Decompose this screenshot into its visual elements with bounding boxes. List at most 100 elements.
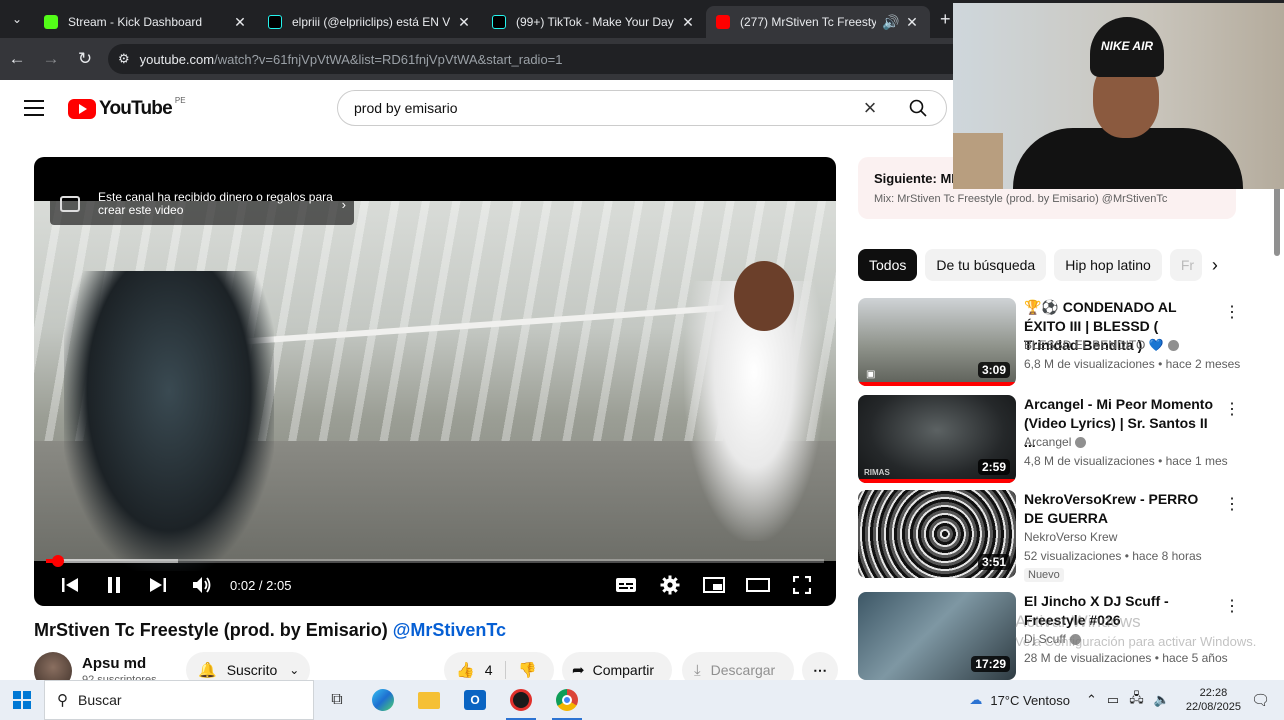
subtitles-button[interactable] <box>604 567 648 603</box>
forward-icon[interactable]: → <box>34 49 68 69</box>
channel-name: Arcangel <box>1024 435 1087 449</box>
progress-scrubber[interactable] <box>52 555 65 567</box>
notifications-icon[interactable]: 🗨 <box>1251 691 1270 709</box>
video-meta: 6,8 M de visualizaciones • hace 2 meses <box>1024 357 1241 371</box>
paid-promotion-notice[interactable]: Este canal ha recibido dinero o regalos … <box>50 183 354 225</box>
bell-icon: 🔔 <box>198 662 217 679</box>
filter-chips: Todos De tu búsqueda Hip hop latino Fr › <box>858 249 1236 281</box>
weather-icon: ☁ <box>969 692 983 707</box>
video-thumbnail[interactable]: 17:29 <box>858 592 1016 680</box>
channel-name-text: Arcangel <box>1024 435 1072 449</box>
close-icon[interactable]: ✕ <box>904 14 920 31</box>
search-input[interactable]: prod by emisario <box>338 100 850 116</box>
like-count: 4 <box>484 662 493 678</box>
close-icon[interactable]: ✕ <box>232 14 248 31</box>
channel-name[interactable]: Apsu md <box>82 655 146 672</box>
player-controls: 0:02 / 2:05 <box>34 567 836 603</box>
close-icon[interactable]: ✕ <box>680 14 696 31</box>
search-button[interactable] <box>890 91 946 125</box>
speaker-icon[interactable]: 🔈 <box>1154 692 1170 708</box>
tiktok-icon <box>492 15 506 29</box>
close-icon[interactable]: ✕ <box>456 14 472 31</box>
windows-activation-title: Activar Windows <box>1015 612 1141 631</box>
subscribe-label: Suscrito <box>226 662 278 678</box>
like-button[interactable]: 👍 4 <box>444 661 506 679</box>
video-performer-head <box>734 261 794 331</box>
list-item[interactable]: RIMAS 2:59 Arcangel - Mi Peor Momento (V… <box>858 395 1248 485</box>
tab-title: (99+) TikTok - Make Your Day <box>516 15 674 29</box>
video-player[interactable]: Este canal ha recibido dinero o regalos … <box>34 157 836 606</box>
taskbar-search[interactable]: ⚲ Buscar <box>44 680 314 720</box>
browser-tab[interactable]: Stream - Kick Dashboard ✕ <box>34 6 258 38</box>
watched-progress <box>858 382 1016 386</box>
list-item[interactable]: 3:51 NekroVersoKrew - PERRO DE GUERRA Ne… <box>858 490 1248 582</box>
previous-icon <box>62 578 78 592</box>
speaker-icon[interactable]: 🔊 <box>882 14 899 31</box>
clock[interactable]: 22:28 22/08/2025 <box>1186 686 1241 714</box>
youtube-logo[interactable]: YouTube PE <box>68 96 186 120</box>
chip-truncated[interactable]: Fr <box>1169 249 1202 281</box>
youtube-icon <box>716 15 730 29</box>
volume-icon <box>193 577 211 593</box>
video-title: MrStiven Tc Freestyle (prod. by Emisario… <box>34 620 506 641</box>
fullscreen-button[interactable] <box>780 567 824 603</box>
paid-promotion-icon <box>60 196 80 212</box>
video-thumbnail[interactable]: ▣ 3:09 <box>858 298 1016 386</box>
more-horizontal-icon: ⋯ <box>813 661 827 678</box>
tab-title: (277) MrStiven Tc Freestyle ( <box>740 15 876 29</box>
menu-icon[interactable] <box>24 100 44 116</box>
video-thumbnail[interactable]: RIMAS 2:59 <box>858 395 1016 483</box>
next-button[interactable] <box>136 567 180 603</box>
site-info-icon[interactable]: ⚙ <box>118 51 130 67</box>
chevron-up-icon[interactable]: ⌃ <box>1086 692 1097 708</box>
back-icon[interactable]: ← <box>0 49 34 69</box>
channel-name: NekroVerso Krew <box>1024 530 1118 544</box>
duration-badge: 17:29 <box>971 656 1010 672</box>
more-vertical-icon[interactable]: ⋮ <box>1224 494 1240 514</box>
kick-icon <box>44 15 58 29</box>
chip-hip-hop-latino[interactable]: Hip hop latino <box>1054 249 1162 281</box>
system-tray: ☁ 17°C Ventoso ⌃ ▭ 🖧 🔈 22:28 22/08/2025 … <box>969 680 1284 720</box>
time-display: 0:02 / 2:05 <box>230 577 292 593</box>
chip-todos[interactable]: Todos <box>858 249 918 281</box>
more-vertical-icon[interactable]: ⋮ <box>1224 302 1240 322</box>
more-vertical-icon[interactable]: ⋮ <box>1224 399 1240 419</box>
volume-button[interactable] <box>180 567 224 603</box>
pause-button[interactable] <box>92 567 136 603</box>
outlook-icon[interactable]: O <box>452 680 498 720</box>
previous-button[interactable] <box>48 567 92 603</box>
windows-activation-subtitle: Ve a Configuración para activar Windows. <box>1015 634 1257 649</box>
chrome-icon[interactable] <box>544 680 590 720</box>
miniplayer-icon <box>703 577 725 593</box>
list-item[interactable]: ▣ 3:09 🏆⚽ CONDENADO AL ÉXITO III | BLESS… <box>858 298 1248 388</box>
page-scrollbar[interactable] <box>1272 136 1282 680</box>
task-view-icon[interactable]: ⧉ <box>314 680 360 720</box>
video-title[interactable]: NekroVersoKrew - PERRO DE GUERRA <box>1024 490 1214 528</box>
chevron-right-icon[interactable]: › <box>1212 255 1218 276</box>
battery-icon[interactable]: ▭ <box>1107 692 1119 708</box>
tab-search-icon[interactable]: ⌄ <box>0 0 34 38</box>
network-icon[interactable]: 🖧 <box>1129 689 1144 711</box>
reload-icon[interactable]: ↻ <box>68 49 102 69</box>
settings-button[interactable] <box>648 567 692 603</box>
clear-search-icon[interactable]: × <box>850 95 890 121</box>
dislike-button[interactable]: 👎 <box>506 661 537 679</box>
browser-tab[interactable]: elpriii (@elpriiclips) está EN VIV ✕ <box>258 6 482 38</box>
miniplayer-button[interactable] <box>692 567 736 603</box>
progress-bar[interactable] <box>46 555 824 567</box>
file-explorer-icon[interactable] <box>406 680 452 720</box>
channel-handle-link[interactable]: @MrStivenTc <box>393 620 506 640</box>
theater-mode-button[interactable] <box>736 567 780 603</box>
more-vertical-icon[interactable]: ⋮ <box>1224 596 1240 616</box>
beanie-text: NIKE AIR <box>1100 39 1154 53</box>
app-red-icon[interactable] <box>498 680 544 720</box>
weather-text[interactable]: 17°C Ventoso <box>990 693 1070 708</box>
browser-tab-active[interactable]: (277) MrStiven Tc Freestyle ( 🔊 ✕ <box>706 6 930 38</box>
chevron-down-icon: ⌄ <box>289 663 300 677</box>
video-frame <box>34 201 836 571</box>
edge-icon[interactable] <box>360 680 406 720</box>
video-thumbnail[interactable]: 3:51 <box>858 490 1016 578</box>
browser-tab[interactable]: (99+) TikTok - Make Your Day ✕ <box>482 6 706 38</box>
chip-de-tu-busqueda[interactable]: De tu búsqueda <box>925 249 1047 281</box>
windows-start-button[interactable] <box>0 680 44 720</box>
